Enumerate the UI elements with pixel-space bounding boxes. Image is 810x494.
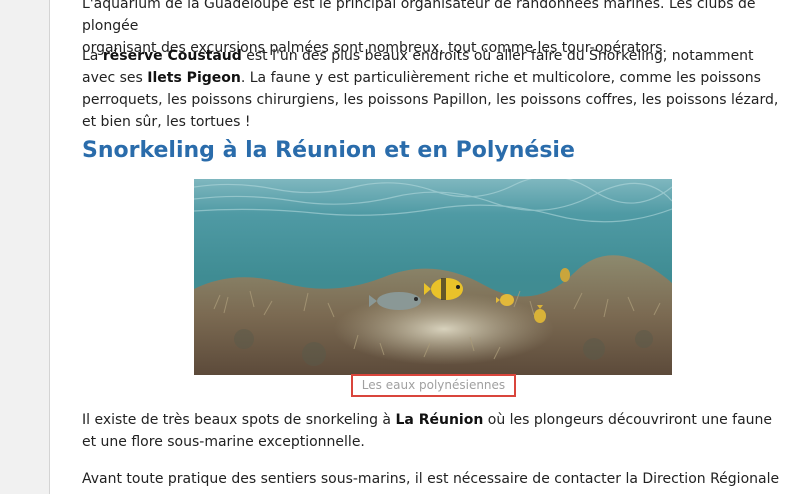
- paragraph-coustaud: La réserve Coustaud est l'un des plus be…: [82, 45, 782, 133]
- bold-term-la-reunion: La Réunion: [395, 412, 484, 428]
- paragraph-text: Il existe de très beaux spots de snorkel…: [82, 412, 396, 428]
- section-heading: Snorkeling à la Réunion et en Polynésie: [82, 138, 575, 163]
- bold-term-reserve-coustaud: réserve Coustaud: [102, 48, 242, 64]
- paragraph-text: Avant toute pratique des sentiers sous-m…: [82, 471, 780, 494]
- article-page: L'aquarium de la Guadeloupe est le princ…: [49, 0, 810, 494]
- paragraph-text: L'aquarium de la Guadeloupe est le princ…: [82, 0, 756, 34]
- paragraph-reunion: Il existe de très beaux spots de snorkel…: [82, 409, 782, 453]
- paragraph-direction-regionale: Avant toute pratique des sentiers sous-m…: [82, 468, 782, 494]
- underwater-reef-fish-photo: [194, 179, 672, 375]
- paragraph-text: La: [82, 48, 103, 64]
- bold-term-ilets-pigeon: Ilets Pigeon: [147, 70, 241, 86]
- image-caption: Les eaux polynésiennes: [351, 374, 516, 397]
